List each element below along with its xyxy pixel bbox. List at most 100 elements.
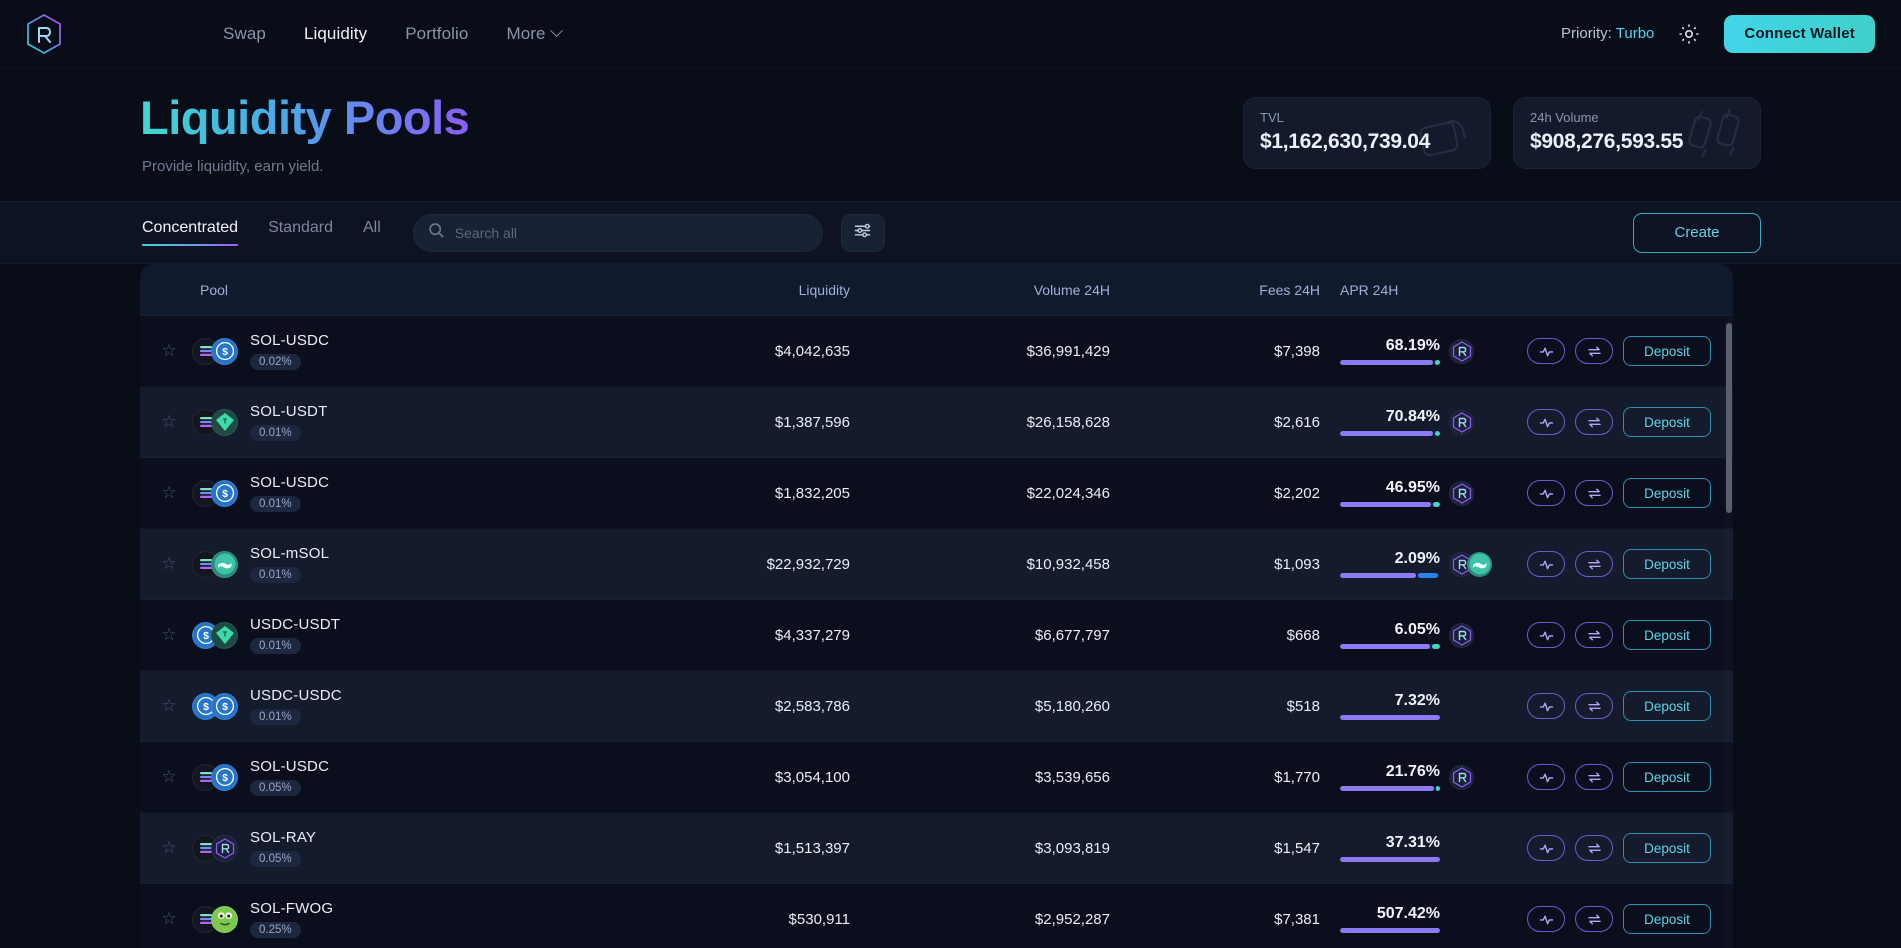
search-box[interactable] [412,213,823,252]
nav-links: Swap Liquidity Portfolio More [221,20,563,48]
table-row[interactable]: ☆ SOL-FWOG 0.25% $530,911 $2,952,287 $7,381 50… [140,884,1733,948]
pool-pair-name: SOL-USDC [250,473,330,491]
pool-pair-name: SOL-USDC [250,757,330,775]
pool-fee-tier-badge: 0.05% [250,851,301,868]
chart-icon-button[interactable] [1527,835,1565,861]
swap-icon-button[interactable] [1575,906,1613,932]
deposit-button[interactable]: Deposit [1623,336,1711,366]
reward-icon-ray [1449,622,1474,648]
chart-icon-button[interactable] [1527,693,1565,719]
nav-right-group: Priority: Turbo Connect Wallet [1561,14,1875,53]
favorite-star-icon[interactable]: ☆ [154,483,184,503]
deposit-button[interactable]: Deposit [1623,478,1711,508]
pool-pair-name: SOL-RAY [250,828,317,846]
deposit-button[interactable]: Deposit [1623,549,1711,579]
cell-apr-24h: 7.32% [1320,692,1520,721]
chart-icon-button[interactable] [1527,622,1565,648]
deposit-button[interactable]: Deposit [1623,691,1711,721]
swap-icon-button[interactable] [1575,693,1613,719]
chart-icon-button[interactable] [1527,338,1565,364]
chart-icon-button[interactable] [1527,480,1565,506]
favorite-star-icon[interactable]: ☆ [154,909,184,929]
deposit-button[interactable]: Deposit [1623,904,1711,934]
deposit-button[interactable]: Deposit [1623,407,1711,437]
connect-wallet-button[interactable]: Connect Wallet [1724,14,1875,53]
gear-icon[interactable] [1676,21,1702,47]
raydium-logo-icon[interactable] [22,12,66,56]
cell-apr-24h: 21.76% [1320,763,1520,792]
tab-concentrated[interactable]: Concentrated [142,219,239,246]
cell-liquidity: $1,387,596 [774,413,850,431]
column-header-fees[interactable]: Fees 24H [1110,282,1320,298]
cell-liquidity: $3,054,100 [774,768,850,786]
favorite-star-icon[interactable]: ☆ [154,554,184,574]
cell-apr-24h: 46.95% [1320,479,1520,508]
priority-label: Priority: [1561,25,1612,42]
cell-volume-24h: $36,991,429 [1026,342,1110,360]
swap-icon-button[interactable] [1575,409,1613,435]
table-row[interactable]: ☆ T SOL-USDT 0.01% $1,387,596 $26,158,628 $2,6… [140,387,1733,458]
column-header-volume[interactable]: Volume 24H [850,282,1110,298]
cell-liquidity: $1,513,397 [774,839,850,857]
cell-fees-24h: $2,616 [1274,413,1320,431]
chart-icon-button[interactable] [1527,551,1565,577]
priority-indicator[interactable]: Priority: Turbo [1561,25,1654,42]
chart-icon-button[interactable] [1527,906,1565,932]
cell-volume-24h: $3,093,819 [1034,839,1110,857]
apr-value: 70.84% [1385,407,1440,425]
pool-pair-name: SOL-USDT [250,402,328,420]
chart-icon-button[interactable] [1527,409,1565,435]
column-header-apr[interactable]: APR 24H [1320,282,1520,298]
swap-icon-button[interactable] [1575,338,1613,364]
tab-standard[interactable]: Standard [268,219,333,246]
favorite-star-icon[interactable]: ☆ [154,767,184,787]
favorite-star-icon[interactable]: ☆ [154,412,184,432]
swap-icon-button[interactable] [1575,480,1613,506]
table-scrollbar-track[interactable] [1724,316,1733,948]
deposit-button[interactable]: Deposit [1623,762,1711,792]
nav-item-swap[interactable]: Swap [221,20,268,48]
table-row[interactable]: ☆ $ SOL-USDC 0.02% $4,042,635 $36,991,429 $7,3… [140,316,1733,387]
deposit-button[interactable]: Deposit [1623,833,1711,863]
table-row[interactable]: ☆ $ $ USDC-USDC 0.01% $2,583,786 $5,180,260 $51… [140,671,1733,742]
table-row[interactable]: ☆ SOL-mSOL 0.01% $22,932,729 $10,932,458 $1,0… [140,529,1733,600]
apr-bar-segment [1340,573,1416,579]
table-row[interactable]: ☆ SOL-RAY 0.05% $1,513,397 $3,093,819 $1,547 3… [140,813,1733,884]
nav-item-more[interactable]: More [504,20,563,48]
filter-button[interactable] [840,213,885,252]
svg-text:$: $ [203,630,209,642]
favorite-star-icon[interactable]: ☆ [154,838,184,858]
swap-icon-button[interactable] [1575,551,1613,577]
favorite-star-icon[interactable]: ☆ [154,341,184,361]
filter-toolbar: Concentrated Standard All Create [0,201,1901,264]
apr-bar-segment [1340,431,1433,437]
pool-meta: SOL-USDC 0.02% [250,332,329,371]
favorite-star-icon[interactable]: ☆ [154,696,184,716]
column-header-pool[interactable]: Pool [140,282,560,298]
lock-icon [1418,103,1480,164]
nav-item-liquidity[interactable]: Liquidity [302,20,369,48]
swap-icon-button[interactable] [1575,622,1613,648]
create-pool-button[interactable]: Create [1633,212,1761,253]
table-row[interactable]: ☆ $ T USDC-USDT 0.01% $4,337,279 $6,677,797 $66… [140,600,1733,671]
column-header-liquidity[interactable]: Liquidity [560,282,850,298]
chart-icon-button[interactable] [1527,764,1565,790]
cell-volume-24h: $22,024,346 [1026,484,1110,502]
table-scrollbar-thumb[interactable] [1725,323,1732,513]
swap-icon-button[interactable] [1575,764,1613,790]
nav-item-portfolio[interactable]: Portfolio [403,20,470,48]
table-row[interactable]: ☆ $ SOL-USDC 0.05% $3,054,100 $3,539,656 $1,77… [140,742,1733,813]
cell-pool: ☆ $ T USDC-USDT 0.01% [140,616,560,655]
token-pair-icons: $ T [192,621,238,649]
cell-liquidity: $2,583,786 [774,697,850,715]
apr-bar-segment [1431,644,1440,650]
tab-all[interactable]: All [363,219,381,246]
deposit-button[interactable]: Deposit [1623,620,1711,650]
pool-fee-tier-badge: 0.01% [250,567,301,584]
swap-icon-button[interactable] [1575,835,1613,861]
table-row[interactable]: ☆ $ SOL-USDC 0.01% $1,832,205 $22,024,346 $2,2… [140,458,1733,529]
favorite-star-icon[interactable]: ☆ [154,625,184,645]
page-title: Liquidity Pools [140,91,470,144]
search-input[interactable] [454,224,808,241]
token-pair-icons [192,550,238,578]
